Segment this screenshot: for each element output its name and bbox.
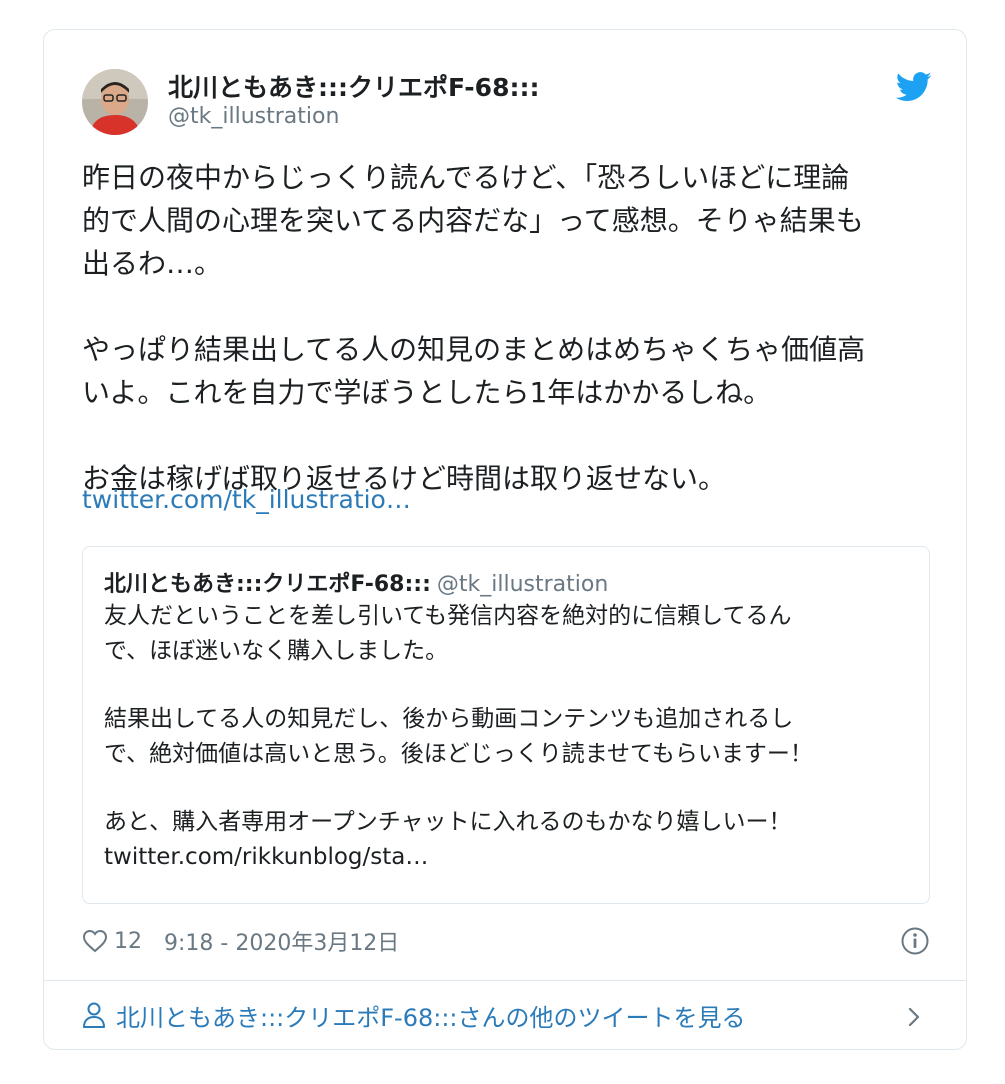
tweet-text: 昨日の夜中からじっくり読んでるけど、「恐ろしいほどに理論 的で人間の心理を突いて…: [82, 156, 942, 500]
quoted-author-handle: @tk_illustration: [436, 572, 609, 597]
more-tweets-label: 北川ともあき:::クリエポF-68:::さんの他のツイートを見る: [116, 1003, 746, 1032]
author-name[interactable]: 北川ともあき:::クリエポF-68:::: [168, 68, 539, 104]
quoted-line: 結果出してる人の知見だし、後から動画コンテンツも追加されるし: [104, 706, 794, 732]
embedded-tweet-card: 北川ともあき:::クリエポF-68::: @tk_illustration 昨日…: [43, 29, 967, 1050]
author-avatar[interactable]: [82, 69, 148, 135]
quoted-line: あと、購入者専用オープンチャットに入れるのもかなり嬉しいー！: [104, 809, 792, 835]
twitter-bird-icon[interactable]: [895, 72, 932, 102]
person-icon: [82, 1001, 106, 1029]
quoted-author-name: 北川ともあき:::クリエポF-68:::: [104, 572, 431, 597]
tweet-link[interactable]: twitter.com/tk_illustratio…: [82, 485, 411, 514]
divider: [44, 980, 966, 981]
tweet-timestamp[interactable]: 9:18 - 2020年3月12日: [164, 925, 399, 957]
tweet-meta: 12 9:18 - 2020年3月12日: [82, 926, 399, 956]
tweet-line: いよ。これを自力で学ぼうとしたら1年はかかるしね。: [82, 376, 772, 409]
tweet-line: 昨日の夜中からじっくり読んでるけど、「恐ろしいほどに理論: [82, 161, 850, 194]
quoted-tweet-header: 北川ともあき:::クリエポF-68::: @tk_illustration: [104, 566, 608, 598]
quoted-line: 友人だということを差し引いても発信内容を絶対的に信頼してるん: [104, 603, 792, 629]
heart-icon[interactable]: [82, 929, 108, 953]
author-handle[interactable]: @tk_illustration: [168, 104, 339, 129]
quoted-line: で、絶対価値は高いと思う。後ほどじっくり読ませてもらいますー！: [104, 740, 813, 767]
chevron-right-icon[interactable]: [906, 1005, 922, 1029]
quoted-line: で、ほぼ迷いなく購入しました。: [104, 637, 449, 664]
quoted-tweet-text: 友人だということを差し引いても発信内容を絶対的に信頼してるん で、ほぼ迷いなく購…: [104, 599, 914, 874]
tweet-line: 的で人間の心理を突いてる内容だな」って感想。そりゃ結果も: [82, 204, 864, 237]
more-tweets-link[interactable]: 北川ともあき:::クリエポF-68:::さんの他のツイートを見る: [82, 997, 746, 1033]
info-icon[interactable]: [900, 926, 930, 956]
tweet-line: やっぱり結果出してる人の知見のまとめはめちゃくちゃ価値高: [82, 333, 866, 366]
tweet-line: 出るわ…。: [82, 247, 223, 280]
quoted-link: twitter.com/rikkunblog/sta…: [104, 843, 429, 870]
quoted-tweet[interactable]: 北川ともあき:::クリエポF-68::: @tk_illustration 友人だ…: [82, 546, 930, 904]
like-count[interactable]: 12: [114, 929, 142, 954]
